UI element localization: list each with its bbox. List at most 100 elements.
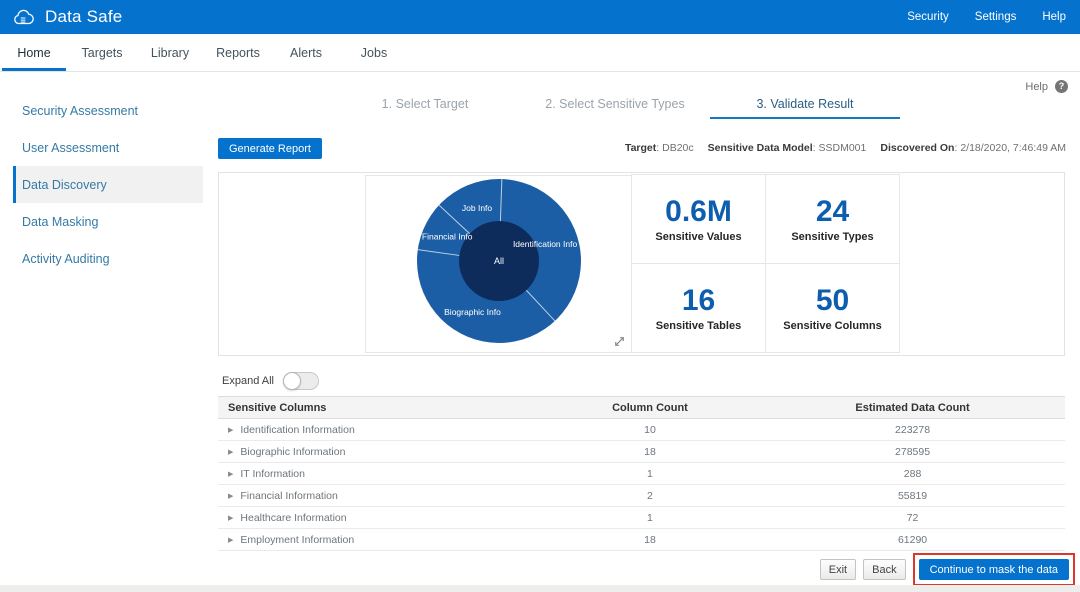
sensitive-columns-table: Sensitive Columns Column Count Estimated… <box>218 396 1065 551</box>
header-link-settings[interactable]: Settings <box>975 11 1017 23</box>
row-category: IT Information <box>240 468 305 480</box>
sunburst-chart-box: Identification InfoBiographic InfoFinanc… <box>365 175 632 353</box>
tab-alerts[interactable]: Alerts <box>272 34 340 71</box>
discovery-summary-panel: Identification InfoBiographic InfoFinanc… <box>218 172 1065 356</box>
continue-to-mask-button[interactable]: Continue to mask the data <box>919 559 1069 580</box>
row-category: Financial Information <box>240 490 337 502</box>
tab-jobs[interactable]: Jobs <box>340 34 408 71</box>
wizard-steps: 1. Select Target 2. Select Sensitive Typ… <box>330 92 900 119</box>
header-link-security[interactable]: Security <box>907 11 949 23</box>
tab-reports[interactable]: Reports <box>204 34 272 71</box>
meta-model-label: Sensitive Data Model <box>708 142 813 154</box>
sidebar: Security Assessment User Assessment Data… <box>0 72 215 592</box>
footer-actions: Exit Back Continue to mask the data <box>820 553 1075 586</box>
svg-text:All: All <box>494 256 504 266</box>
help-link[interactable]: Help <box>1025 81 1048 93</box>
row-category: Biographic Information <box>240 446 345 458</box>
row-column-count: 10 <box>540 419 760 441</box>
stat-label: Sensitive Values <box>655 231 741 243</box>
meta-discovered-label: Discovered On <box>880 142 954 154</box>
row-estimated-count: 72 <box>760 507 1065 529</box>
tab-home[interactable]: Home <box>0 34 68 71</box>
table-row[interactable]: ▶ Employment Information 18 61290 <box>218 529 1065 551</box>
meta-discovered: Discovered On: 2/18/2020, 7:46:49 AM <box>880 142 1066 154</box>
row-column-count: 18 <box>540 529 760 551</box>
expand-all-label: Expand All <box>222 375 274 387</box>
table-row[interactable]: ▶IT Information 1 288 <box>218 463 1065 485</box>
table-row[interactable]: ▶Identification Information 10 223278 <box>218 419 1065 441</box>
tab-targets[interactable]: Targets <box>68 34 136 71</box>
svg-text:Financial Info: Financial Info <box>422 231 473 241</box>
svg-text:Identification Info: Identification Info <box>513 239 578 249</box>
stat-sensitive-tables: 16 Sensitive Tables <box>631 263 766 353</box>
table-row[interactable]: ▶Biographic Information 18 278595 <box>218 441 1065 463</box>
stat-sensitive-values: 0.6M Sensitive Values <box>631 174 766 264</box>
table-row[interactable]: ▶ Financial Information 2 55819 <box>218 485 1065 507</box>
discovery-meta: Target: DB20c Sensitive Data Model: SSDM… <box>625 142 1066 154</box>
row-expand-icon[interactable]: ▶ <box>228 448 233 456</box>
sidebar-item-security-assessment[interactable]: Security Assessment <box>13 92 215 129</box>
back-button[interactable]: Back <box>863 559 905 580</box>
expand-all-row: Expand All <box>222 370 319 392</box>
header-link-help[interactable]: Help <box>1042 11 1066 23</box>
stat-label: Sensitive Columns <box>783 320 881 332</box>
row-expand-icon[interactable]: ▶ <box>228 514 233 522</box>
footer-strip <box>0 585 1080 592</box>
col-header-estimated-data-count[interactable]: Estimated Data Count <box>760 397 1065 419</box>
app-header: Data Safe Security Settings Help <box>0 0 1080 34</box>
row-expand-icon[interactable]: ▶ <box>228 492 233 500</box>
stat-value: 24 <box>816 196 849 228</box>
row-estimated-count: 61290 <box>760 529 1065 551</box>
col-header-sensitive-columns[interactable]: Sensitive Columns <box>218 397 540 419</box>
cloud-database-logo-icon <box>12 6 36 28</box>
toggle-knob <box>283 372 301 390</box>
exit-button[interactable]: Exit <box>820 559 856 580</box>
row-expand-icon[interactable]: ▶ <box>228 536 233 544</box>
step-select-sensitive-types[interactable]: 2. Select Sensitive Types <box>520 92 710 119</box>
row-estimated-count: 278595 <box>760 441 1065 463</box>
row-column-count: 2 <box>540 485 760 507</box>
main-tab-bar: Home Targets Library Reports Alerts Jobs <box>0 34 1080 72</box>
annotation-highlight-box: Continue to mask the data <box>913 553 1075 586</box>
sidebar-item-data-discovery[interactable]: Data Discovery <box>13 166 203 203</box>
stats-grid: 0.6M Sensitive Values 24 Sensitive Types… <box>632 175 900 353</box>
step-select-target[interactable]: 1. Select Target <box>330 92 520 119</box>
question-mark-icon[interactable]: ? <box>1055 80 1068 93</box>
row-estimated-count: 55819 <box>760 485 1065 507</box>
meta-discovered-value: 2/18/2020, 7:46:49 AM <box>960 142 1066 154</box>
row-category: Healthcare Information <box>240 512 346 524</box>
generate-report-button[interactable]: Generate Report <box>218 138 322 159</box>
meta-model: Sensitive Data Model: SSDM001 <box>708 142 867 154</box>
row-column-count: 1 <box>540 507 760 529</box>
row-expand-icon[interactable]: ▶ <box>228 426 233 434</box>
table-header-row: Sensitive Columns Column Count Estimated… <box>218 397 1065 419</box>
meta-target-label: Target <box>625 142 656 154</box>
sidebar-item-user-assessment[interactable]: User Assessment <box>13 129 215 166</box>
meta-target-value: DB20c <box>662 142 694 154</box>
meta-model-value: SSDM001 <box>819 142 867 154</box>
row-expand-icon[interactable]: ▶ <box>228 470 233 478</box>
page-help: Help ? <box>1025 80 1068 93</box>
stat-value: 50 <box>816 285 849 317</box>
header-links: Security Settings Help <box>907 11 1066 23</box>
row-category: Employment Information <box>240 534 354 546</box>
row-category: Identification Information <box>240 424 354 436</box>
sunburst-chart[interactable]: Identification InfoBiographic InfoFinanc… <box>366 176 631 352</box>
sidebar-item-activity-auditing[interactable]: Activity Auditing <box>13 240 215 277</box>
app-title: Data Safe <box>45 7 122 27</box>
stat-value: 16 <box>682 285 715 317</box>
stat-sensitive-columns: 50 Sensitive Columns <box>765 263 900 353</box>
sidebar-item-data-masking[interactable]: Data Masking <box>13 203 215 240</box>
stat-sensitive-types: 24 Sensitive Types <box>765 174 900 264</box>
data-safe-page: Data Safe Security Settings Help Home Ta… <box>0 0 1080 592</box>
svg-text:Job Info: Job Info <box>462 203 493 213</box>
expand-chart-icon[interactable] <box>613 335 626 348</box>
meta-target: Target: DB20c <box>625 142 694 154</box>
stat-label: Sensitive Tables <box>656 320 741 332</box>
col-header-column-count[interactable]: Column Count <box>540 397 760 419</box>
expand-all-toggle[interactable] <box>283 372 319 390</box>
stat-value: 0.6M <box>665 196 732 228</box>
step-validate-result[interactable]: 3. Validate Result <box>710 92 900 119</box>
table-row[interactable]: ▶ Healthcare Information 1 72 <box>218 507 1065 529</box>
tab-library[interactable]: Library <box>136 34 204 71</box>
